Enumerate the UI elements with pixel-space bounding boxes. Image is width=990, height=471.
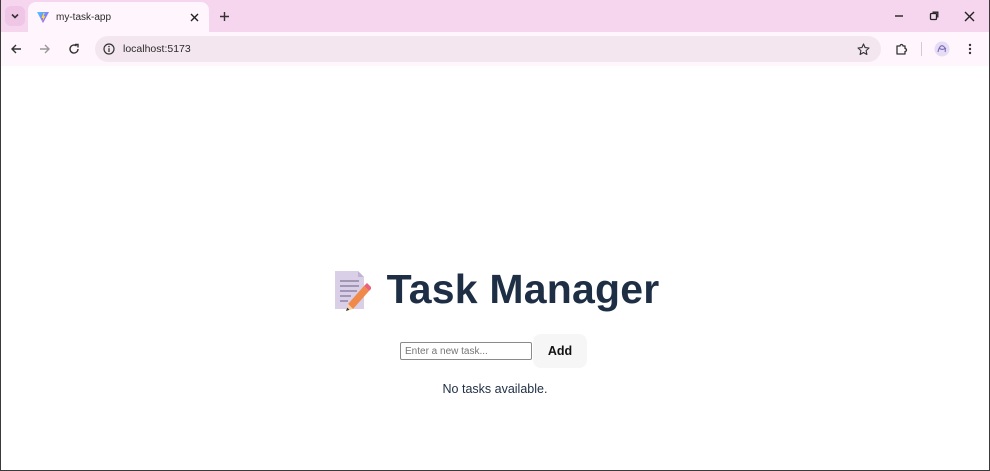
- url-text[interactable]: localhost:5173: [123, 43, 191, 55]
- bookmark-button[interactable]: [855, 41, 871, 57]
- minimize-icon: [895, 15, 903, 17]
- empty-state-message: No tasks available.: [442, 382, 548, 396]
- toolbar-divider: [921, 42, 922, 56]
- extensions-button[interactable]: [893, 40, 911, 58]
- close-icon: [190, 13, 198, 21]
- profile-icon: [934, 41, 950, 57]
- add-task-form: Add: [400, 334, 587, 368]
- chevron-down-icon: [11, 13, 19, 19]
- task-input[interactable]: [400, 342, 532, 360]
- tab-active[interactable]: my-task-app: [28, 2, 209, 32]
- reload-icon: [69, 43, 79, 54]
- arrow-right-icon: [40, 44, 50, 54]
- puzzle-icon: [896, 43, 908, 55]
- tab-title: my-task-app: [56, 11, 112, 23]
- restore-button[interactable]: [925, 7, 943, 25]
- new-tab-button[interactable]: [216, 8, 232, 24]
- kebab-menu-icon: [968, 43, 972, 55]
- page-heading: Task Manager: [1, 266, 989, 313]
- browser-menu-button[interactable]: [961, 40, 979, 58]
- profile-button[interactable]: [933, 40, 951, 58]
- tab-search-button[interactable]: [5, 6, 25, 26]
- memo-icon: [334, 270, 371, 311]
- address-bar[interactable]: localhost:5173: [95, 36, 881, 62]
- back-button[interactable]: [7, 40, 25, 58]
- add-task-button[interactable]: Add: [533, 334, 587, 368]
- browser-window: my-task-app localhost:5173 Task Manager …: [0, 0, 990, 471]
- plus-icon: [219, 11, 229, 21]
- info-icon: [103, 43, 115, 55]
- vite-icon: [37, 12, 49, 23]
- close-icon: [964, 11, 974, 21]
- page-title: Task Manager: [386, 266, 660, 312]
- arrow-left-icon: [11, 44, 21, 54]
- forward-button[interactable]: [36, 40, 54, 58]
- star-icon: [856, 42, 870, 55]
- browser-toolbar: localhost:5173: [1, 32, 989, 66]
- close-window-button[interactable]: [960, 7, 978, 25]
- page-content: Task Manager Add No tasks available.: [1, 66, 989, 470]
- tab-strip: my-task-app: [1, 0, 989, 32]
- reload-button[interactable]: [65, 40, 83, 58]
- restore-icon: [929, 11, 939, 21]
- site-info-button[interactable]: [101, 41, 117, 57]
- tab-close-button[interactable]: [187, 10, 201, 24]
- minimize-button[interactable]: [890, 7, 908, 25]
